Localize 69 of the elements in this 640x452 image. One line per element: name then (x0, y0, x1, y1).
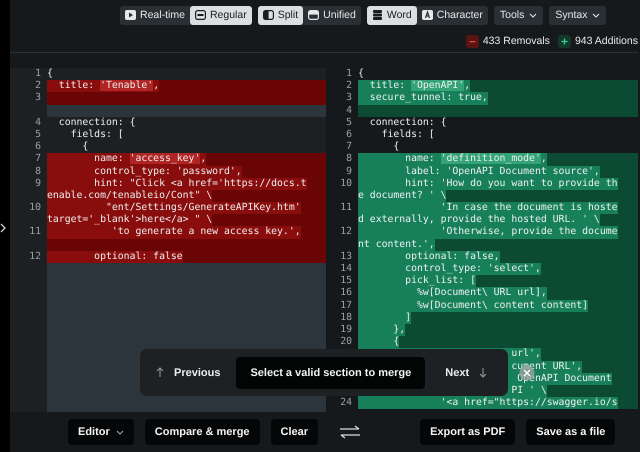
play-icon (125, 10, 136, 20)
line-number: 2 (35, 80, 41, 92)
word-icon (372, 10, 383, 20)
caret-icon (529, 12, 538, 18)
line-number: 7 (35, 153, 41, 164)
line-number: 6 (346, 128, 352, 140)
previous-button[interactable]: Previous (148, 360, 228, 384)
toolbar-button[interactable]: Editor (68, 419, 134, 445)
line-number: 6 (35, 141, 41, 152)
char-icon (422, 10, 433, 20)
line-number: 7 (346, 141, 352, 152)
line-number: 12 (340, 226, 352, 238)
line-number: 8 (346, 153, 352, 164)
code-line: fields: [ (380, 128, 435, 142)
toolbar-button[interactable]: Clear (270, 419, 318, 445)
line-number: 10 (340, 178, 352, 189)
line-number: 5 (35, 128, 41, 140)
line-number: 3 (35, 92, 41, 104)
line-number: 17 (340, 300, 352, 311)
line-number: 9 (35, 178, 41, 189)
chevron-right-icon[interactable] (0, 222, 6, 232)
code-line: fields: [ (70, 128, 124, 142)
line-number: 13 (340, 250, 352, 262)
plus-badge-icon (558, 34, 571, 48)
toolbar-button[interactable]: Save as a file (526, 419, 616, 445)
line-number: 5 (346, 116, 352, 128)
arrow-down-icon (479, 367, 488, 378)
toggle-option[interactable]: Regular (190, 6, 252, 24)
line-number: 1 (35, 68, 41, 79)
line-number: 9 (346, 166, 352, 176)
merge-status-message: Select a valid section to merge (236, 356, 426, 388)
toolbar-button[interactable]: Export as PDF (420, 419, 516, 445)
line-number: 18 (340, 312, 352, 323)
menu-dropdown[interactable]: Tools (494, 6, 544, 24)
toolbar-button[interactable]: Compare & merge (144, 419, 260, 445)
line-number: 11 (340, 202, 352, 214)
code-line: connection: { (58, 116, 136, 129)
change-count: 433 Removals (482, 35, 550, 47)
menu-dropdown[interactable]: Syntax (549, 6, 606, 24)
line-number: 1 (346, 68, 352, 79)
line-number: 16 (340, 287, 352, 298)
regular-icon (194, 10, 206, 20)
code-line: { (47, 68, 53, 80)
caret-icon (592, 12, 600, 18)
line-number: 8 (35, 166, 41, 176)
line-number: 11 (29, 226, 41, 238)
toggle-option[interactable]: Word (366, 6, 417, 24)
code-line: { (358, 68, 364, 80)
minus-badge-icon (466, 34, 479, 48)
unified-icon (308, 10, 320, 20)
code-line: { (81, 141, 88, 154)
line-number: 12 (29, 250, 41, 262)
code-line: connection: { (368, 116, 446, 129)
code-line: { (392, 141, 400, 154)
change-count: 943 Additions (574, 35, 638, 47)
line-number: 20 (340, 336, 352, 348)
line-number: 24 (340, 397, 352, 408)
arrow-up-icon (156, 367, 164, 378)
toggle-option[interactable]: Split (258, 6, 304, 24)
line-number: 14 (340, 263, 352, 274)
line-number: 2 (346, 80, 352, 92)
line-number: 10 (29, 202, 41, 214)
line-number: 15 (340, 275, 352, 286)
line-number: 4 (346, 104, 352, 116)
line-number: 3 (346, 92, 352, 104)
line-number: 4 (35, 116, 41, 128)
split-icon (262, 10, 274, 20)
line-number: 19 (340, 324, 352, 335)
swap-arrows-icon[interactable] (339, 425, 362, 439)
